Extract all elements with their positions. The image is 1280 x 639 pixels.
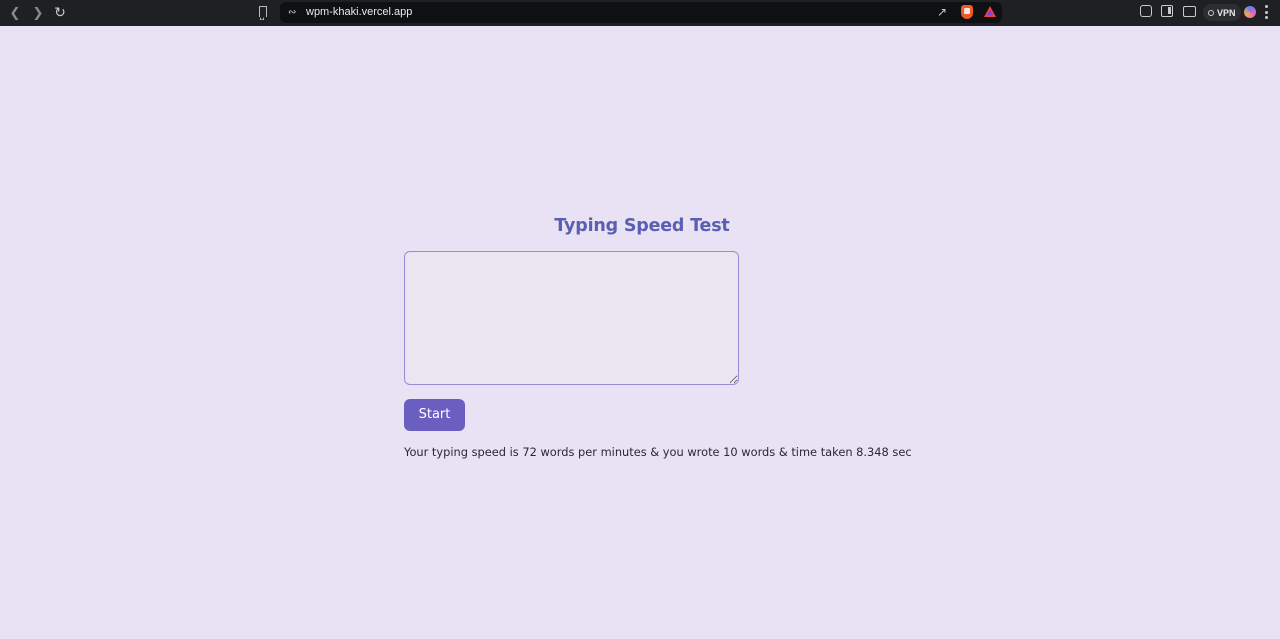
page-title: Typing Speed Test [554,216,730,236]
start-button[interactable]: Start [404,399,465,431]
result-text: Your typing speed is 72 words per minute… [404,445,912,459]
menu-icon[interactable] [1265,5,1268,19]
typing-input[interactable] [404,251,739,385]
sidebar-icon[interactable] [1161,5,1173,17]
reload-icon[interactable]: ↻ [51,4,69,22]
site-settings-icon[interactable]: ∾ [288,7,298,18]
share-icon[interactable]: ↗ [937,6,947,19]
vpn-icon [1208,9,1214,16]
brave-shields-icon[interactable] [961,5,973,19]
extensions-icon[interactable] [1140,5,1152,17]
back-icon[interactable]: ❮ [6,4,24,22]
url-text[interactable]: wpm-khaki.vercel.app [306,5,412,20]
wallet-icon[interactable] [1183,6,1196,17]
brave-rewards-icon[interactable] [984,6,996,17]
browser-toolbar: ❮ ❯ ↻ ∾ wpm-khaki.vercel.app ↗ VPN [0,0,1280,26]
forward-icon[interactable]: ❯ [29,4,47,22]
vpn-label: VPN [1217,7,1236,18]
bookmark-icon[interactable] [259,6,267,20]
address-bar[interactable]: ∾ wpm-khaki.vercel.app ↗ [280,2,1002,23]
profile-avatar[interactable] [1244,6,1256,18]
vpn-button[interactable]: VPN [1203,4,1241,21]
